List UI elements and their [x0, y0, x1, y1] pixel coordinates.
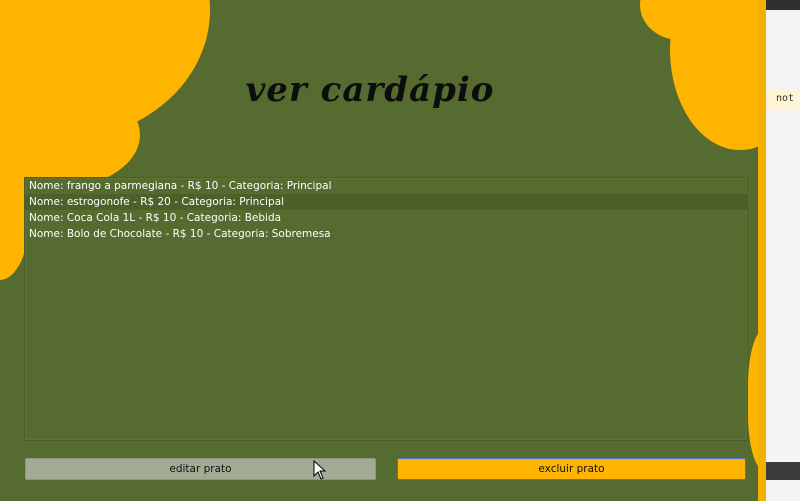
list-item[interactable]: Nome: Coca Cola 1L - R$ 10 - Categoria: …: [25, 210, 747, 226]
list-item[interactable]: Nome: estrogonofe - R$ 20 - Categoria: P…: [25, 194, 747, 210]
menu-items-list[interactable]: Nome: frango a parmegiana - R$ 10 - Cate…: [24, 177, 748, 441]
mouse-cursor-icon: [313, 460, 327, 480]
window-right-border: [758, 0, 766, 501]
delete-dish-button[interactable]: excluir prato: [397, 458, 746, 480]
background-code-editor: not: [766, 0, 800, 501]
editor-status-area: [766, 480, 800, 501]
page-title: ver cardápio: [245, 70, 495, 110]
editor-code-snippet: not: [776, 93, 795, 104]
list-item[interactable]: Nome: Bolo de Chocolate - R$ 10 - Catego…: [25, 226, 747, 242]
menu-viewer-window: ver cardápio Nome: frango a parmegiana -…: [0, 0, 766, 501]
list-item[interactable]: Nome: frango a parmegiana - R$ 10 - Cate…: [25, 178, 747, 194]
editor-top-bar: [766, 0, 800, 10]
editor-bottom-bar: [766, 462, 800, 480]
